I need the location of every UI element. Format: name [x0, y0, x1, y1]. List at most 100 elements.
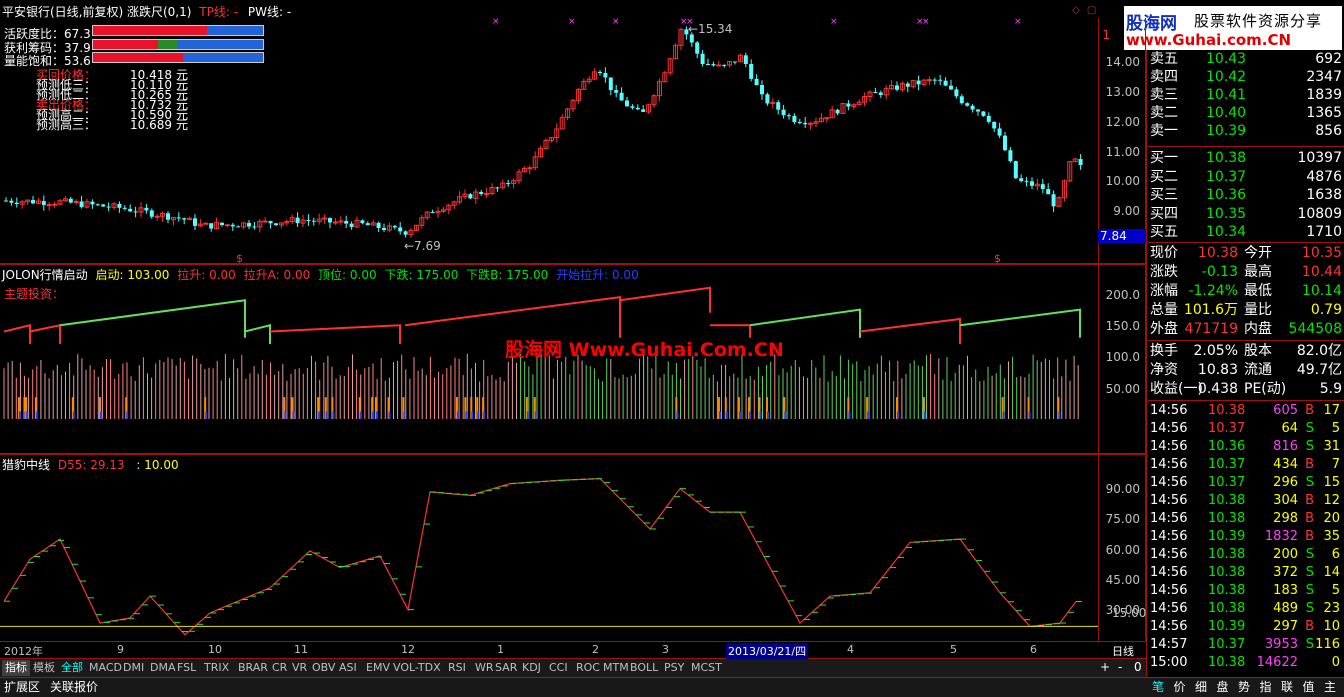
indicator-tab[interactable]: VOL-TDX	[390, 660, 444, 676]
bid-row[interactable]: 买五 10.34 1710	[1148, 223, 1344, 241]
tick-price: 10.36	[1208, 439, 1246, 454]
zoom-out-button[interactable]: -	[1118, 660, 1122, 674]
side-tab[interactable]: 势	[1238, 678, 1250, 696]
tick-row[interactable]: 14:56 10.38 200 S 6	[1148, 546, 1344, 564]
tick-row[interactable]: 14:56 10.37 434 B 7	[1148, 456, 1344, 474]
current-price-box: 7.84	[1098, 229, 1146, 243]
side-tab[interactable]: 盘	[1217, 678, 1229, 696]
indicator-tab[interactable]: TRIX	[201, 660, 232, 676]
zoom-in-button[interactable]: +	[1100, 660, 1110, 674]
candle-body	[733, 61, 737, 63]
tick-row[interactable]: 14:56 10.38 304 B 12	[1148, 492, 1344, 510]
indicator-tab[interactable]: 指标	[2, 660, 30, 676]
tick-volume: 14622	[1256, 655, 1298, 670]
tick-time: 14:57	[1150, 637, 1188, 652]
watermark: 股海网 Www.Guhai.Com.CN	[505, 339, 784, 361]
side-tab[interactable]: 联	[1281, 678, 1293, 696]
tick-side: S	[1305, 439, 1314, 454]
side-tab[interactable]: 指	[1260, 678, 1272, 696]
ask-row[interactable]: 卖四 10.42 2347	[1148, 68, 1344, 86]
ask-row[interactable]: 卖一 10.39 856	[1148, 122, 1344, 140]
tick-row[interactable]: 15:00 10.38 14622 0	[1148, 654, 1344, 672]
tick-row[interactable]: 14:56 10.38 372 S 14	[1148, 564, 1344, 582]
tick-row[interactable]: 14:56 10.38 605 B 17	[1148, 402, 1344, 420]
candle-body	[959, 96, 964, 104]
tick-row[interactable]: 14:56 10.39 1832 B 35	[1148, 528, 1344, 546]
indicator-tab[interactable]: SAR	[492, 660, 520, 676]
indicator-tab[interactable]: MCST	[688, 660, 725, 676]
ask-row[interactable]: 卖二 10.40 1365	[1148, 104, 1344, 122]
tick-row[interactable]: 14:56 10.37 64 S 5	[1148, 420, 1344, 438]
side-tab[interactable]: 笔	[1152, 678, 1164, 696]
stat-value: 0.438	[1197, 381, 1238, 397]
candle-body	[846, 103, 851, 107]
tick-price: 10.38	[1208, 583, 1246, 598]
indicator-tab[interactable]: EMV	[363, 660, 393, 676]
indicator-tab[interactable]: VR	[289, 660, 310, 676]
zoom-reset-button[interactable]: 0	[1134, 660, 1142, 674]
indicator-tab[interactable]: RSI	[445, 660, 469, 676]
side-tab[interactable]: 主	[1324, 678, 1336, 696]
ask-row[interactable]: 卖五 10.43 692	[1148, 50, 1344, 68]
signal-mark: $	[994, 252, 1001, 264]
tick-row[interactable]: 14:56 10.36 816 S 31	[1148, 438, 1344, 456]
side-tab[interactable]: 细	[1195, 678, 1207, 696]
signal-mark: ×	[1014, 18, 1022, 27]
indicator-tab[interactable]: FSL	[174, 660, 199, 676]
candle-body	[154, 215, 160, 218]
candle-body	[133, 211, 138, 213]
indicator1-name[interactable]: JOLON行情启动	[2, 268, 88, 282]
tick-row[interactable]: 14:56 10.39 297 B 10	[1148, 618, 1344, 636]
indicator-tab[interactable]: 模板	[30, 660, 58, 676]
candle-body	[68, 198, 73, 203]
indicator-tab[interactable]: KDJ	[519, 660, 544, 676]
ask-row[interactable]: 卖三 10.41 1839	[1148, 86, 1344, 104]
indicator-tab[interactable]: OBV	[309, 660, 338, 676]
indicator-tab[interactable]: CCI	[546, 660, 571, 676]
candle-body	[992, 121, 997, 129]
tick-row[interactable]: 14:56 10.38 183 S 5	[1148, 582, 1344, 600]
tick-price: 10.38	[1208, 565, 1246, 580]
tick-row[interactable]: 14:57 10.37 3953 S 116	[1148, 636, 1344, 654]
indicator-tab[interactable]: 全部	[58, 660, 86, 676]
tick-row[interactable]: 14:56 10.38 489 S 23	[1148, 600, 1344, 618]
indicator2-name[interactable]: 猎豹中线	[2, 458, 50, 472]
indicator-tab[interactable]: ROC	[573, 660, 603, 676]
side-tab[interactable]: 值	[1303, 678, 1315, 696]
time-axis: 2012年	[0, 642, 1146, 659]
period-label[interactable]: 日线	[1112, 643, 1134, 659]
indicator-tab[interactable]: PSY	[661, 660, 687, 676]
tick-row[interactable]: 14:56 10.37 296 S 15	[1148, 474, 1344, 492]
candle-body	[619, 92, 624, 101]
extension-tab[interactable]: 扩展区	[4, 678, 40, 696]
tick-side: B	[1305, 619, 1314, 634]
bid-row[interactable]: 买四 10.35 10809	[1148, 205, 1344, 223]
indicator-tab[interactable]: CR	[269, 660, 290, 676]
bid-row[interactable]: 买二 10.37 4876	[1148, 168, 1344, 186]
tick-row[interactable]: 14:56 10.38 298 B 20	[1148, 510, 1344, 528]
bottom-bar	[0, 677, 1146, 697]
candle-body	[954, 89, 959, 97]
tick-side: B	[1305, 457, 1314, 472]
leopard-indicator-chart[interactable]	[0, 468, 1098, 640]
indicator-tab[interactable]: DMI	[120, 660, 147, 676]
bid-label: 买三	[1150, 187, 1178, 203]
axis-label: 9.00	[1113, 204, 1140, 218]
tick-count: 5	[1331, 583, 1340, 598]
related-quote-tab[interactable]: 关联报价	[50, 678, 98, 696]
tick-count: 14	[1323, 565, 1340, 580]
close-icon[interactable]: ▢	[1087, 5, 1096, 16]
candle-body	[328, 217, 332, 223]
indicator-tab[interactable]: BRAR	[235, 660, 271, 676]
tick-count: 23	[1323, 601, 1340, 616]
candle-body	[382, 227, 386, 231]
bid-row[interactable]: 买一 10.38 10397	[1148, 149, 1344, 167]
axis-label: 13.00	[1105, 85, 1140, 99]
indicator-tab[interactable]: BOLL	[627, 660, 661, 676]
stat-label: 最高	[1244, 264, 1272, 280]
side-tab[interactable]: 价	[1174, 678, 1186, 696]
indicator-tab[interactable]: ASI	[336, 660, 360, 676]
restore-icon[interactable]: ◇	[1072, 5, 1080, 16]
bid-row[interactable]: 买三 10.36 1638	[1148, 186, 1344, 204]
candle-body	[295, 217, 300, 224]
